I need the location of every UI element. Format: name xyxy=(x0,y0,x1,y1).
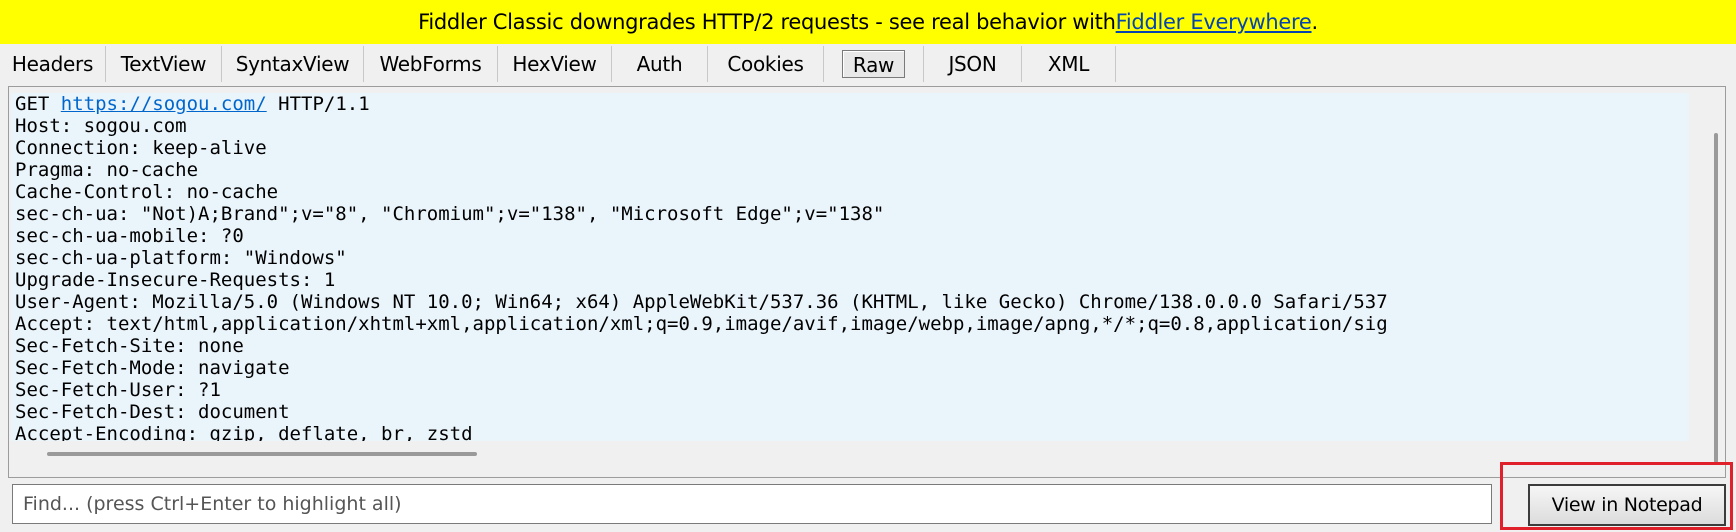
header-line: sec-ch-ua-mobile: ?0 xyxy=(15,225,244,247)
tab-label: XML xyxy=(1047,52,1090,76)
header-line: User-Agent: Mozilla/5.0 (Windows NT 10.0… xyxy=(15,291,1388,313)
tab-label: WebForms xyxy=(379,52,482,76)
vertical-scrollbar[interactable] xyxy=(1693,93,1723,473)
tab-label: TextView xyxy=(120,52,207,76)
tab-hexview[interactable]: HexView xyxy=(498,46,612,82)
tab-textview[interactable]: TextView xyxy=(106,46,222,82)
header-line: sec-ch-ua-platform: "Windows" xyxy=(15,247,347,269)
header-line: Sec-Fetch-User: ?1 xyxy=(15,379,221,401)
tab-auth[interactable]: Auth xyxy=(612,46,708,82)
view-in-notepad-button[interactable]: View in Notepad xyxy=(1528,484,1726,526)
header-line: Sec-Fetch-Dest: document xyxy=(15,401,290,423)
tab-webforms[interactable]: WebForms xyxy=(364,46,498,82)
inspector-tabs: Headers TextView SyntaxView WebForms HexView… xyxy=(0,44,1736,82)
header-line: sec-ch-ua: "Not)A;Brand";v="8", "Chromiu… xyxy=(15,203,885,225)
header-line: Host: sogou.com xyxy=(15,115,187,137)
request-line: GET https://sogou.com/ HTTP/1.1 xyxy=(11,93,1689,115)
tab-label: Auth xyxy=(636,52,683,76)
tab-label: Cookies xyxy=(727,52,804,76)
tab-label: SyntaxView xyxy=(235,52,350,76)
horizontal-scrollbar[interactable] xyxy=(11,443,1689,473)
vertical-scroll-thumb[interactable] xyxy=(1714,133,1718,463)
tab-label: JSON xyxy=(948,52,997,76)
fiddler-everywhere-link[interactable]: Fiddler Everywhere xyxy=(1116,10,1312,34)
tab-label: HexView xyxy=(512,52,597,76)
horizontal-scroll-thumb[interactable] xyxy=(47,452,477,456)
header-line: Accept-Encoding: gzip, deflate, br, zstd xyxy=(15,423,473,441)
header-line: Connection: keep-alive xyxy=(15,137,267,159)
tab-syntaxview[interactable]: SyntaxView xyxy=(222,46,364,82)
tab-label: Raw xyxy=(841,50,906,78)
request-url-link[interactable]: https://sogou.com/ xyxy=(61,93,267,115)
tab-label: Headers xyxy=(11,52,94,76)
header-line: Upgrade-Insecure-Requests: 1 xyxy=(15,269,336,291)
raw-request-text[interactable]: GET https://sogou.com/ HTTP/1.1 Host: so… xyxy=(11,93,1689,441)
find-input[interactable] xyxy=(12,484,1492,524)
header-line: Cache-Control: no-cache xyxy=(15,181,279,203)
header-line: Sec-Fetch-Site: none xyxy=(15,335,244,357)
tab-json[interactable]: JSON xyxy=(924,46,1022,82)
upgrade-banner: Fiddler Classic downgrades HTTP/2 reques… xyxy=(0,0,1736,44)
header-line: Accept: text/html,application/xhtml+xml,… xyxy=(15,313,1388,335)
tab-headers[interactable]: Headers xyxy=(0,46,106,82)
tab-cookies[interactable]: Cookies xyxy=(708,46,824,82)
banner-suffix: . xyxy=(1311,10,1319,34)
tab-xml[interactable]: XML xyxy=(1022,46,1116,82)
request-method: GET xyxy=(15,93,50,115)
header-line: Sec-Fetch-Mode: navigate xyxy=(15,357,290,379)
header-line: Pragma: no-cache xyxy=(15,159,199,181)
tab-raw[interactable]: Raw xyxy=(824,46,924,82)
request-protocol: HTTP/1.1 xyxy=(278,93,370,115)
raw-request-panel: GET https://sogou.com/ HTTP/1.1 Host: so… xyxy=(8,86,1726,478)
banner-text: Fiddler Classic downgrades HTTP/2 reques… xyxy=(418,10,1116,34)
